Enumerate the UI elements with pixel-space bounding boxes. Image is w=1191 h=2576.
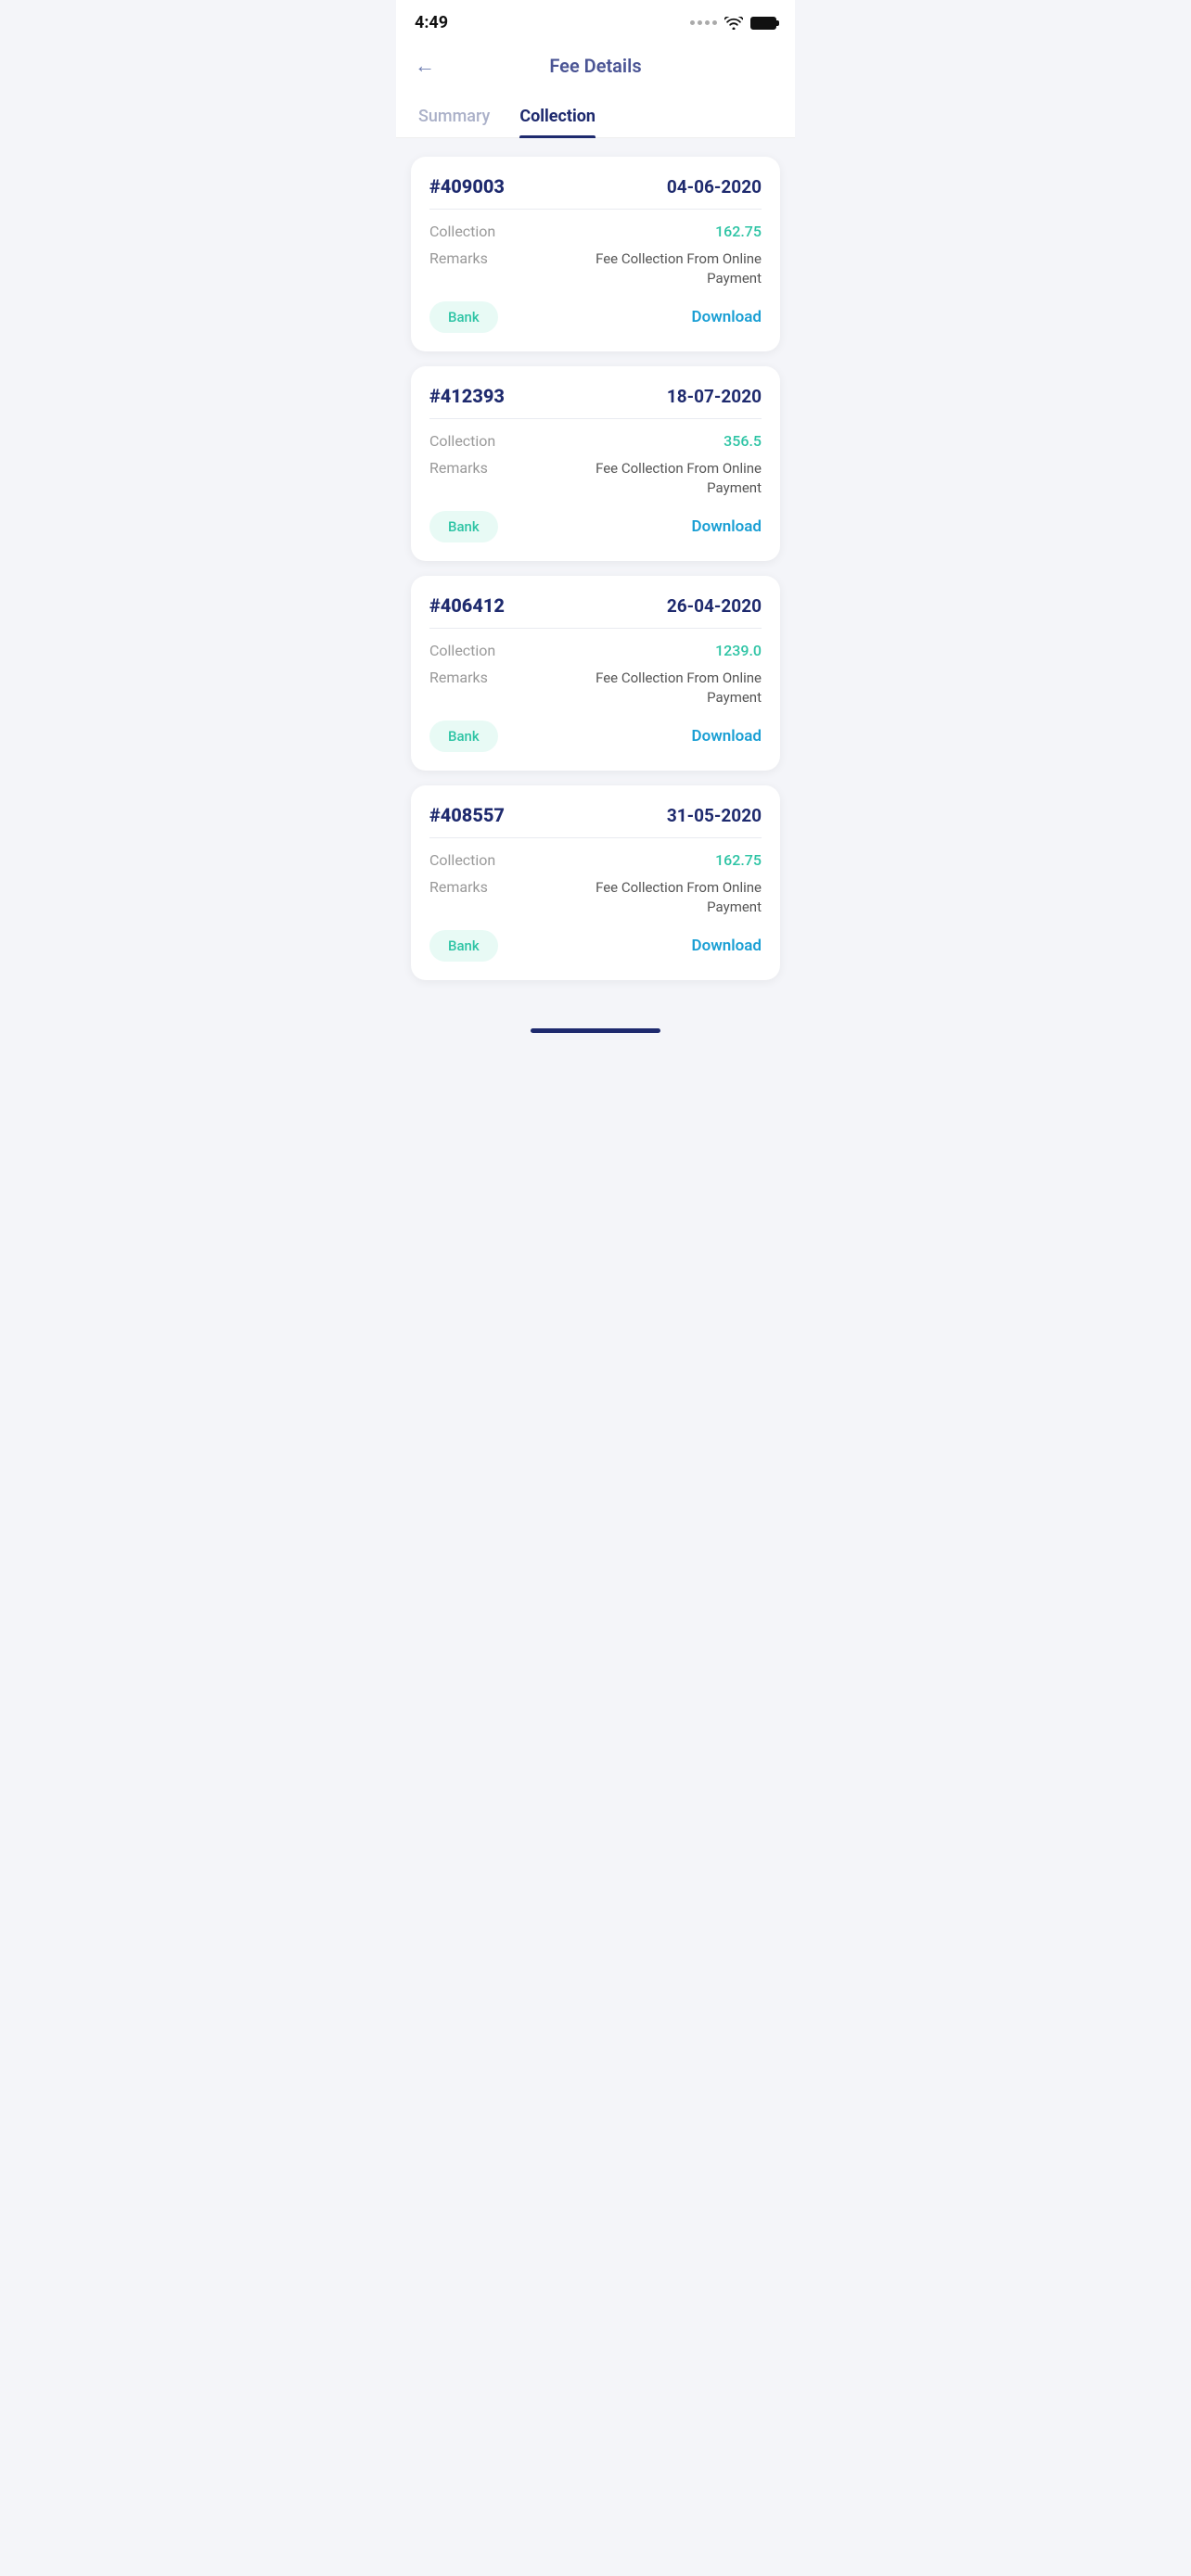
remarks-value-1: Fee Collection From Online Payment xyxy=(557,249,762,288)
header: ← Fee Details xyxy=(396,40,795,96)
receipt-date-2: 18-07-2020 xyxy=(667,386,762,407)
remarks-value-4: Fee Collection From Online Payment xyxy=(557,878,762,917)
home-bar xyxy=(531,1028,660,1033)
back-button[interactable]: ← xyxy=(415,54,435,78)
card-header-2: #412393 18-07-2020 xyxy=(429,385,762,407)
bank-badge-2: Bank xyxy=(429,511,498,542)
signal-icon xyxy=(690,20,717,25)
collection-label-4: Collection xyxy=(429,851,495,869)
page-title: Fee Details xyxy=(549,55,641,77)
collection-label-2: Collection xyxy=(429,432,495,450)
status-time: 4:49 xyxy=(415,13,448,32)
collection-label-3: Collection xyxy=(429,642,495,659)
remarks-row-1: Remarks Fee Collection From Online Payme… xyxy=(429,249,762,288)
card-footer-4: Bank Download xyxy=(429,930,762,962)
divider-3 xyxy=(429,628,762,629)
download-button-2[interactable]: Download xyxy=(692,517,762,536)
collection-value-3: 1239.0 xyxy=(715,642,762,659)
receipt-number-2: #412393 xyxy=(429,385,505,407)
collection-value-2: 356.5 xyxy=(724,432,762,450)
bank-badge-4: Bank xyxy=(429,930,498,962)
receipt-date-3: 26-04-2020 xyxy=(667,595,762,617)
bank-badge-1: Bank xyxy=(429,301,498,333)
receipt-number-1: #409003 xyxy=(429,175,505,198)
remarks-row-3: Remarks Fee Collection From Online Payme… xyxy=(429,669,762,708)
download-button-3[interactable]: Download xyxy=(692,727,762,746)
collection-label-1: Collection xyxy=(429,223,495,240)
battery-icon xyxy=(750,17,776,30)
collection-value-1: 162.75 xyxy=(715,223,762,240)
remarks-label-1: Remarks xyxy=(429,249,488,267)
collection-row-1: Collection 162.75 xyxy=(429,223,762,240)
download-button-1[interactable]: Download xyxy=(692,308,762,326)
tab-collection[interactable]: Collection xyxy=(519,96,596,137)
fee-card-2: #412393 18-07-2020 Collection 356.5 Rema… xyxy=(411,366,780,561)
collection-row-3: Collection 1239.0 xyxy=(429,642,762,659)
fee-card-4: #408557 31-05-2020 Collection 162.75 Rem… xyxy=(411,785,780,980)
receipt-number-4: #408557 xyxy=(429,804,505,826)
bank-badge-3: Bank xyxy=(429,721,498,752)
remarks-label-4: Remarks xyxy=(429,878,488,896)
remarks-row-2: Remarks Fee Collection From Online Payme… xyxy=(429,459,762,498)
collection-value-4: 162.75 xyxy=(715,851,762,869)
card-header-3: #406412 26-04-2020 xyxy=(429,594,762,617)
card-header-4: #408557 31-05-2020 xyxy=(429,804,762,826)
wifi-icon xyxy=(724,17,743,30)
card-footer-1: Bank Download xyxy=(429,301,762,333)
remarks-row-4: Remarks Fee Collection From Online Payme… xyxy=(429,878,762,917)
tabs-container: Summary Collection xyxy=(396,96,795,138)
divider-1 xyxy=(429,209,762,210)
remarks-value-3: Fee Collection From Online Payment xyxy=(557,669,762,708)
content-area: #409003 04-06-2020 Collection 162.75 Rem… xyxy=(396,138,795,1017)
home-indicator xyxy=(396,1017,795,1052)
status-bar: 4:49 xyxy=(396,0,795,40)
remarks-label-2: Remarks xyxy=(429,459,488,477)
divider-4 xyxy=(429,837,762,838)
tab-summary[interactable]: Summary xyxy=(418,96,490,137)
card-footer-3: Bank Download xyxy=(429,721,762,752)
collection-row-4: Collection 162.75 xyxy=(429,851,762,869)
status-icons xyxy=(690,17,776,30)
receipt-date-4: 31-05-2020 xyxy=(667,805,762,826)
card-header-1: #409003 04-06-2020 xyxy=(429,175,762,198)
receipt-number-3: #406412 xyxy=(429,594,505,617)
fee-card-3: #406412 26-04-2020 Collection 1239.0 Rem… xyxy=(411,576,780,771)
divider-2 xyxy=(429,418,762,419)
receipt-date-1: 04-06-2020 xyxy=(667,176,762,198)
collection-row-2: Collection 356.5 xyxy=(429,432,762,450)
card-footer-2: Bank Download xyxy=(429,511,762,542)
download-button-4[interactable]: Download xyxy=(692,937,762,955)
remarks-label-3: Remarks xyxy=(429,669,488,686)
remarks-value-2: Fee Collection From Online Payment xyxy=(557,459,762,498)
fee-card-1: #409003 04-06-2020 Collection 162.75 Rem… xyxy=(411,157,780,351)
